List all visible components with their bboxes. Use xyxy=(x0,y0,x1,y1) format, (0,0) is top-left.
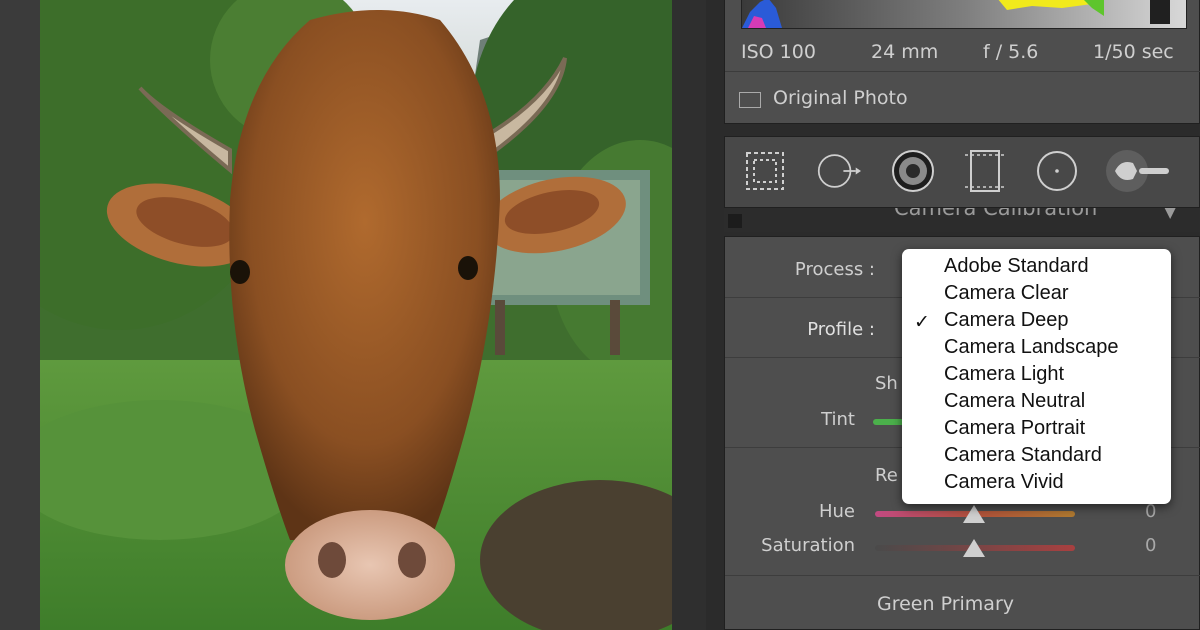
histogram-panel: ISO 100 24 mm f / 5.6 1/50 sec Original … xyxy=(724,0,1200,124)
photo-preview xyxy=(40,0,672,630)
hue-label: Hue xyxy=(818,501,855,522)
profile-option-camera-vivid[interactable]: Camera Vivid xyxy=(944,471,1064,494)
radial-filter-icon[interactable] xyxy=(1035,149,1079,193)
saturation-slider-thumb[interactable] xyxy=(963,539,985,557)
spot-removal-icon[interactable] xyxy=(817,149,861,193)
profile-dropdown-menu: ✓ Adobe Standard Camera Clear Camera Dee… xyxy=(902,249,1171,504)
histogram-graph xyxy=(742,0,1170,28)
exif-focal-length: 24 mm xyxy=(871,41,939,63)
collapse-chevron-icon[interactable]: ▼ xyxy=(1164,208,1176,221)
saturation-label: Saturation xyxy=(761,535,855,556)
hue-value: 0 xyxy=(1145,501,1157,522)
graduated-filter-icon[interactable] xyxy=(963,149,1007,193)
saturation-value: 0 xyxy=(1145,535,1157,556)
green-primary-heading: Green Primary xyxy=(877,593,1014,615)
left-edge-strip xyxy=(0,0,40,630)
cow-photo-image xyxy=(40,0,672,630)
camera-calibration-header[interactable]: Camera Calibration ▼ xyxy=(724,208,1200,232)
panel-divider xyxy=(672,0,706,630)
exif-aperture: f / 5.6 xyxy=(983,41,1039,63)
section-title: Camera Calibration xyxy=(894,208,1098,220)
original-photo-checkbox[interactable] xyxy=(739,92,761,108)
profile-option-camera-neutral[interactable]: Camera Neutral xyxy=(944,390,1085,413)
exif-shutter-speed: 1/50 sec xyxy=(1093,41,1174,63)
profile-option-camera-standard[interactable]: Camera Standard xyxy=(944,444,1102,467)
profile-option-camera-deep[interactable]: Camera Deep xyxy=(944,309,1069,332)
profile-option-camera-light[interactable]: Camera Light xyxy=(944,363,1064,386)
red-eye-icon[interactable] xyxy=(891,149,935,193)
shadows-heading: Sh xyxy=(875,373,898,394)
tint-label: Tint xyxy=(821,409,855,430)
adjustment-brush-icon[interactable] xyxy=(1105,147,1175,195)
panel-switch-icon[interactable] xyxy=(728,214,742,228)
histogram xyxy=(741,0,1187,29)
process-label: Process : xyxy=(794,259,875,280)
row-divider xyxy=(725,575,1200,576)
original-photo-label: Original Photo xyxy=(773,87,908,109)
profile-option-adobe-standard[interactable]: Adobe Standard xyxy=(944,255,1089,278)
exif-iso: ISO 100 xyxy=(741,41,816,63)
profile-option-camera-portrait[interactable]: Camera Portrait xyxy=(944,417,1085,440)
selected-check-icon: ✓ xyxy=(914,311,930,333)
tool-strip xyxy=(724,136,1200,208)
crop-overlay-icon[interactable] xyxy=(743,149,787,193)
profile-label: Profile : xyxy=(807,319,875,340)
histogram-divider xyxy=(725,71,1200,72)
profile-option-camera-landscape[interactable]: Camera Landscape xyxy=(944,336,1119,359)
hue-slider-thumb[interactable] xyxy=(963,505,985,523)
profile-option-camera-clear[interactable]: Camera Clear xyxy=(944,282,1068,305)
red-primary-heading: Re xyxy=(875,465,898,486)
